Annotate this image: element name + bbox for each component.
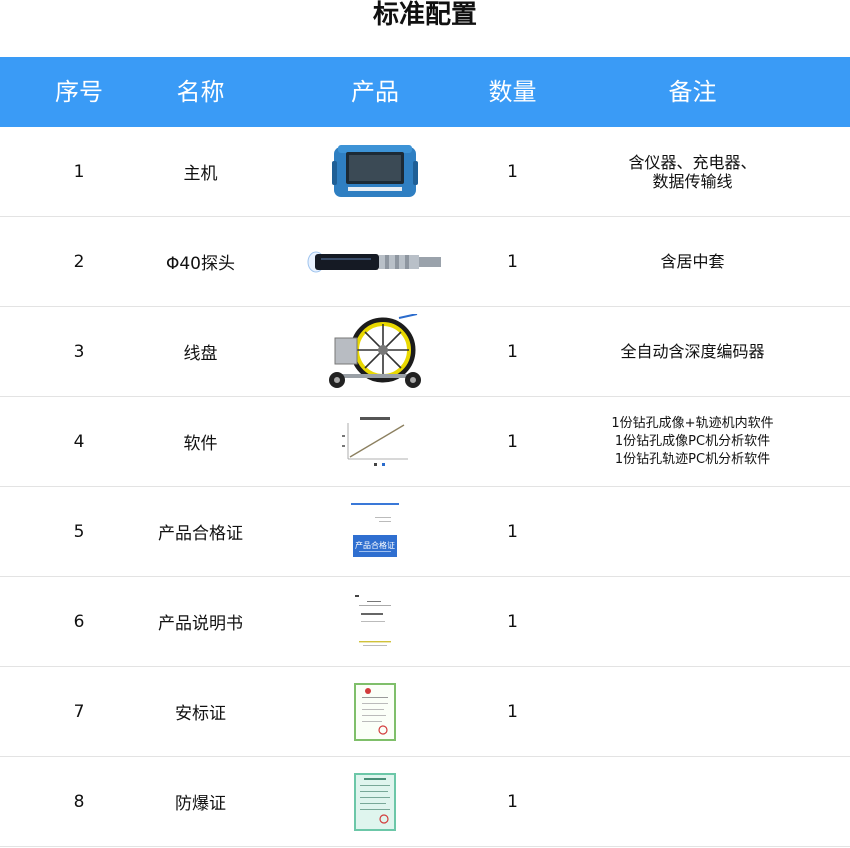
table-body: 1 主机 1 含仪器、充电器、 数据传输线 2 Φ40探头 1 含居中套 3 线… <box>0 127 850 847</box>
row-note <box>575 667 810 756</box>
row-name: 产品说明书 <box>158 614 243 634</box>
note-line: 1份钻孔轨迹PC机分析软件 <box>614 451 771 467</box>
row-name: 防爆证 <box>175 794 226 814</box>
certificate-icon: 产品合格证 <box>300 487 450 576</box>
note-line: 含仪器、充电器、 <box>628 152 757 172</box>
row-seq: 7 <box>73 701 85 722</box>
note-line: 1份钻孔成像PC机分析软件 <box>614 433 771 449</box>
row-seq: 2 <box>73 251 85 272</box>
probe-icon <box>300 217 450 306</box>
table-row: 4 软件 1 1份钻孔成像+轨迹机内软件 1份钻孔成像PC机分析软件 1份钻孔轨… <box>0 397 850 487</box>
row-seq: 4 <box>73 431 85 452</box>
row-note: 1份钻孔成像+轨迹机内软件 1份钻孔成像PC机分析软件 1份钻孔轨迹PC机分析软… <box>575 397 810 486</box>
manual-icon <box>300 577 450 666</box>
note-line: 数据传输线 <box>652 171 733 191</box>
row-qty: 1 <box>507 791 518 812</box>
row-qty: 1 <box>507 251 518 272</box>
row-name: 主机 <box>183 164 218 184</box>
row-qty: 1 <box>507 611 518 632</box>
table-row: 3 线盘 1 全自动含深度编码器 <box>0 307 850 397</box>
row-seq: 1 <box>73 161 85 182</box>
table-row: 1 主机 1 含仪器、充电器、 数据传输线 <box>0 127 850 217</box>
header-note: 备注 <box>668 78 717 106</box>
header-product: 产品 <box>351 78 399 106</box>
page-title: 标准配置 <box>372 0 477 30</box>
row-name: 产品合格证 <box>158 524 243 544</box>
software-chart-icon <box>300 397 450 486</box>
table-header: 序号 名称 产品 数量 备注 <box>0 57 850 127</box>
row-qty: 1 <box>507 521 518 542</box>
row-note: 全自动含深度编码器 <box>575 307 810 396</box>
host-device-icon <box>300 127 450 216</box>
row-name: 软件 <box>183 434 218 454</box>
certificate-label: 产品合格证 <box>355 540 395 550</box>
row-note <box>575 757 810 846</box>
note-line: 含居中套 <box>660 252 725 271</box>
row-seq: 3 <box>73 341 85 362</box>
table-row: 7 安标证 1 <box>0 667 850 757</box>
table-row: 6 产品说明书 1 <box>0 577 850 667</box>
header-name: 名称 <box>176 78 225 106</box>
row-note <box>575 487 810 576</box>
row-name: Φ40探头 <box>165 254 235 274</box>
header-qty: 数量 <box>488 78 537 106</box>
row-name: 线盘 <box>183 344 218 364</box>
table-row: 2 Φ40探头 1 含居中套 <box>0 217 850 307</box>
row-note <box>575 577 810 666</box>
table-row: 8 防爆证 1 <box>0 757 850 847</box>
note-line: 1份钻孔成像+轨迹机内软件 <box>611 415 774 431</box>
row-seq: 5 <box>73 521 85 542</box>
header-seq: 序号 <box>55 78 103 106</box>
table-row: 5 产品合格证 产品合格证 1 <box>0 487 850 577</box>
row-qty: 1 <box>507 341 518 362</box>
row-qty: 1 <box>507 431 518 452</box>
row-seq: 6 <box>73 611 85 632</box>
explosion-proof-cert-icon <box>300 757 450 846</box>
row-seq: 8 <box>73 791 85 812</box>
row-note: 含仪器、充电器、 数据传输线 <box>575 127 810 216</box>
page: 标准配置 序号 名称 产品 数量 备注 1 主机 1 含仪器、充电器、 数据传输… <box>0 0 850 848</box>
row-name: 安标证 <box>175 704 226 724</box>
row-qty: 1 <box>507 701 518 722</box>
row-qty: 1 <box>507 161 518 182</box>
cable-reel-icon <box>300 307 450 396</box>
row-note: 含居中套 <box>575 217 810 306</box>
safety-cert-icon <box>300 667 450 756</box>
note-line: 全自动含深度编码器 <box>620 342 765 361</box>
